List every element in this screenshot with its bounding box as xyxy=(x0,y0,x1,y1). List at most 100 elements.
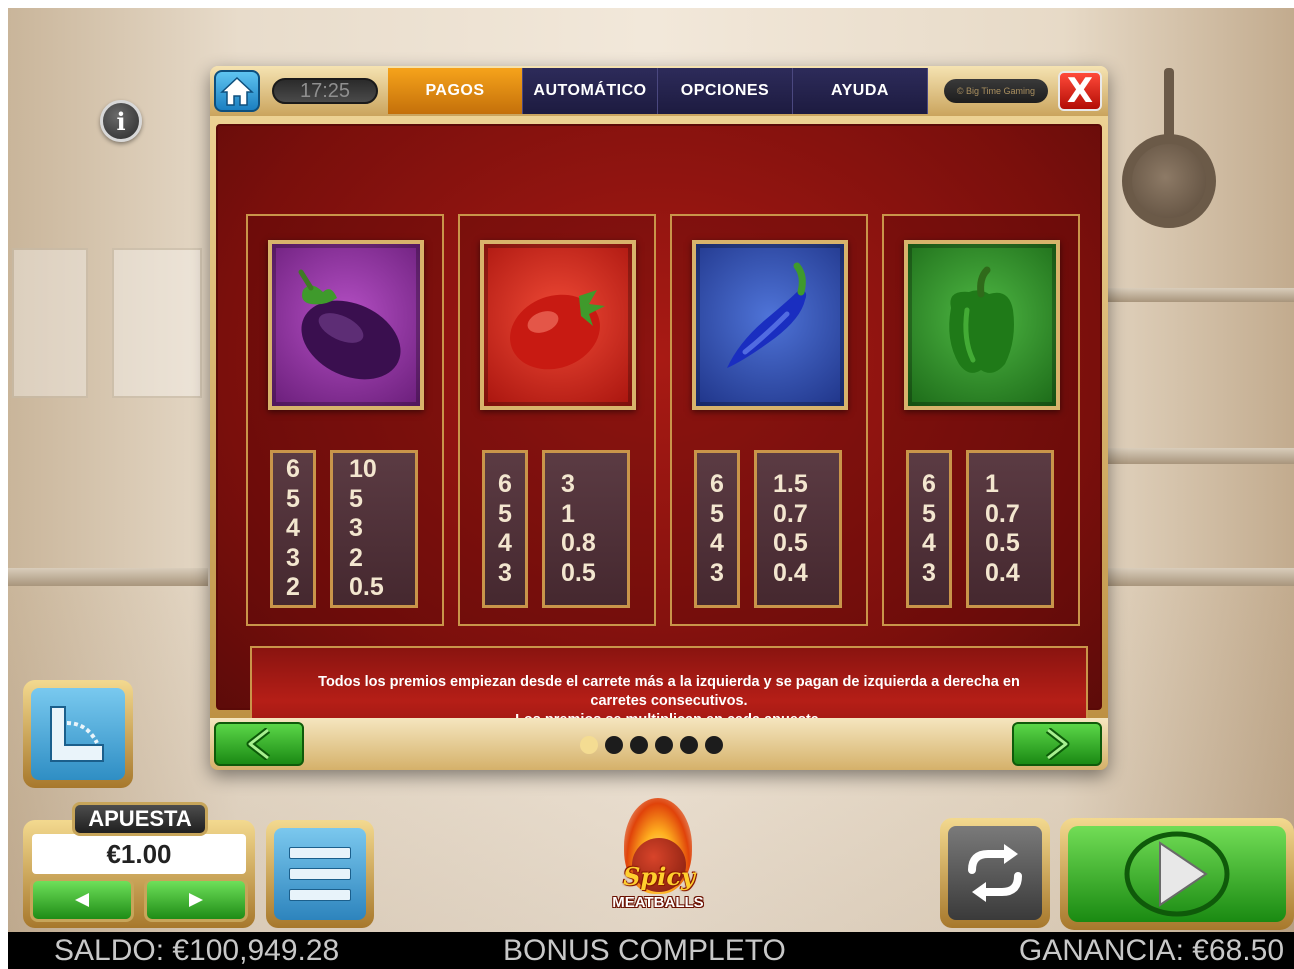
payout-value: 1 xyxy=(561,499,575,528)
match-count: 4 xyxy=(922,529,936,557)
prev-page-button[interactable] xyxy=(214,722,304,766)
tab-ayuda[interactable]: AYUDA xyxy=(793,68,928,114)
payout-value: 0.5 xyxy=(561,558,596,587)
match-count: 5 xyxy=(922,499,936,528)
kitchen-window xyxy=(112,248,202,398)
match-count: 5 xyxy=(498,499,512,528)
payout-value: 3 xyxy=(561,470,575,498)
menu-bar xyxy=(289,847,351,859)
payout-value: 0.5 xyxy=(349,573,384,602)
kitchen-shelf xyxy=(1104,568,1294,586)
autoplay-button-face xyxy=(948,826,1042,920)
spin-button-face xyxy=(1068,826,1286,922)
tab-pagos[interactable]: PAGOS xyxy=(388,68,523,114)
bet-decrease-button[interactable] xyxy=(30,878,134,922)
menu-icon xyxy=(274,828,366,920)
chevron-left-icon xyxy=(246,728,271,760)
payout-value: 0.4 xyxy=(985,558,1020,587)
close-button[interactable]: X xyxy=(1058,71,1102,111)
cashier-button[interactable] xyxy=(23,680,133,788)
blue-pepper-icon xyxy=(727,262,807,368)
symbol-card-green-pepper: 6 5 4 3 1 0.7 0.5 0.4 xyxy=(882,214,1080,626)
page-dot[interactable] xyxy=(605,736,623,754)
match-counts: 6 5 4 3 2 xyxy=(270,450,316,608)
autoplay-button[interactable] xyxy=(940,818,1050,928)
symbol-tile xyxy=(904,240,1060,410)
kitchen-window xyxy=(12,248,88,398)
bet-increase-button[interactable] xyxy=(144,878,248,922)
pan-handle xyxy=(1164,68,1174,138)
symbol-card-tomato: 6 5 4 3 3 1 0.8 0.5 xyxy=(458,214,656,626)
page-dot[interactable] xyxy=(705,736,723,754)
page-dot[interactable] xyxy=(580,736,598,754)
home-icon xyxy=(220,76,254,106)
info-button[interactable]: i xyxy=(100,100,142,142)
home-button[interactable] xyxy=(214,70,260,112)
menu-bar xyxy=(289,889,351,901)
clock-display: 17:25 xyxy=(272,78,378,104)
symbol-card-eggplant: 6 5 4 3 2 10 5 3 2 0.5 xyxy=(246,214,444,626)
game-screen: i 17:25 PAGOS AUTOMÁTICO OPCIONES AYUDA … xyxy=(8,8,1294,969)
match-count: 6 xyxy=(922,470,936,498)
dialog-tabs: PAGOS AUTOMÁTICO OPCIONES AYUDA xyxy=(388,68,928,114)
match-count: 3 xyxy=(286,543,300,572)
rules-line: Todos los premios empiezan desde el carr… xyxy=(318,673,1020,690)
match-count: 3 xyxy=(710,558,724,587)
tab-opciones[interactable]: OPCIONES xyxy=(658,68,793,114)
bet-amount: €1.00 xyxy=(32,834,246,874)
spin-button[interactable] xyxy=(1060,818,1294,930)
frying-pan xyxy=(1122,134,1216,228)
copyright-badge: © Big Time Gaming xyxy=(944,79,1048,103)
symbol-tile xyxy=(480,240,636,410)
match-counts: 6 5 4 3 xyxy=(906,450,952,608)
page-dot[interactable] xyxy=(655,736,673,754)
payout-value: 0.7 xyxy=(773,499,808,528)
kitchen-shelf xyxy=(1104,288,1294,302)
payout-value: 2 xyxy=(349,543,363,572)
symbol-card-blue-pepper: 6 5 4 3 1.5 0.7 0.5 0.4 xyxy=(670,214,868,626)
page-indicator xyxy=(580,736,723,754)
symbol-tile xyxy=(692,240,848,410)
paytable-panel: 6 5 4 3 2 10 5 3 2 0.5 6 5 4 3 3 1 0.8 0… xyxy=(216,124,1102,756)
eggplant-icon xyxy=(298,269,401,380)
match-count: 4 xyxy=(286,514,300,543)
kitchen-shelf xyxy=(8,568,208,586)
balance-display: SALDO: €100,949.28 xyxy=(54,934,340,967)
payout-value: 0.7 xyxy=(985,499,1020,528)
triangle-right-icon xyxy=(189,893,203,907)
payout-value: 5 xyxy=(349,484,363,513)
play-icon xyxy=(1124,831,1230,917)
paytable-dialog: 17:25 PAGOS AUTOMÁTICO OPCIONES AYUDA © … xyxy=(210,66,1108,770)
payout-value: 1.5 xyxy=(773,470,808,498)
match-count: 4 xyxy=(498,529,512,557)
match-count: 6 xyxy=(498,470,512,498)
payout-value: 0.5 xyxy=(773,529,808,557)
bet-label: APUESTA xyxy=(72,802,208,836)
payout-value: 0.5 xyxy=(985,529,1020,557)
page-navigation xyxy=(210,718,1108,770)
tab-automatico[interactable]: AUTOMÁTICO xyxy=(523,68,658,114)
payout-values: 10 5 3 2 0.5 xyxy=(330,450,418,608)
match-count: 5 xyxy=(286,484,300,513)
win-display: GANANCIA: €68.50 xyxy=(1018,934,1284,967)
match-count: 4 xyxy=(710,529,724,557)
payout-values: 1.5 0.7 0.5 0.4 xyxy=(754,450,842,608)
kitchen-shelf xyxy=(1104,448,1294,464)
status-message: BONUS COMPLETO xyxy=(503,934,786,967)
menu-button[interactable] xyxy=(266,820,374,928)
payout-value: 0.8 xyxy=(561,529,596,557)
page-dot[interactable] xyxy=(630,736,648,754)
game-logo: Spicy MEATBALLS xyxy=(598,798,718,928)
page-dot[interactable] xyxy=(680,736,698,754)
match-count: 3 xyxy=(922,558,936,587)
payout-values: 3 1 0.8 0.5 xyxy=(542,450,630,608)
payout-value: 10 xyxy=(349,455,377,484)
cash-register-icon xyxy=(50,706,104,762)
symbol-tile xyxy=(268,240,424,410)
menu-bar xyxy=(289,868,351,880)
payout-value: 1 xyxy=(985,470,999,498)
tomato-icon xyxy=(510,290,605,370)
next-page-button[interactable] xyxy=(1012,722,1102,766)
match-count: 6 xyxy=(710,470,724,498)
match-counts: 6 5 4 3 xyxy=(482,450,528,608)
